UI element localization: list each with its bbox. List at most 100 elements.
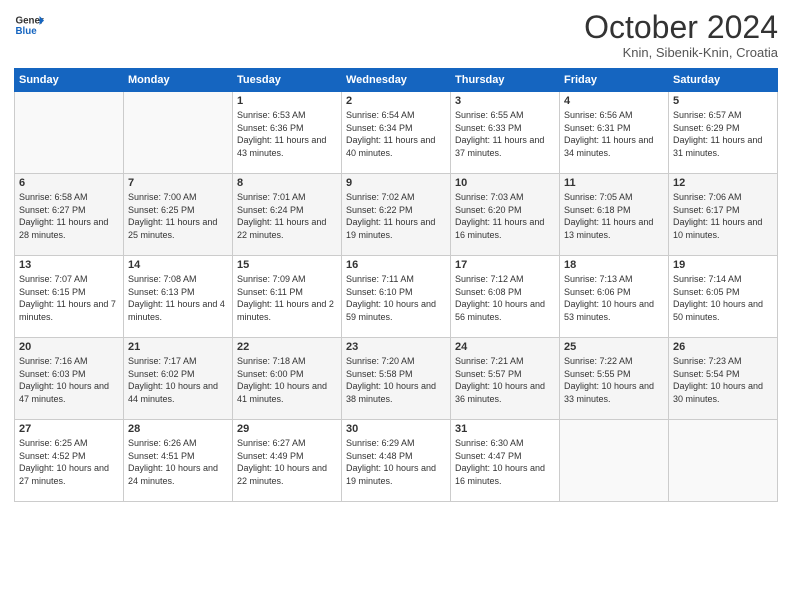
day-info: Sunrise: 7:17 AMSunset: 6:02 PMDaylight:… — [128, 355, 228, 405]
col-wednesday: Wednesday — [342, 69, 451, 92]
table-row: 27 Sunrise: 6:25 AMSunset: 4:52 PMDaylig… — [15, 420, 124, 502]
day-number: 27 — [19, 423, 119, 435]
day-number: 16 — [346, 259, 446, 271]
day-number: 7 — [128, 177, 228, 189]
table-row: 22 Sunrise: 7:18 AMSunset: 6:00 PMDaylig… — [233, 338, 342, 420]
day-info: Sunrise: 6:27 AMSunset: 4:49 PMDaylight:… — [237, 437, 337, 487]
day-info: Sunrise: 6:26 AMSunset: 4:51 PMDaylight:… — [128, 437, 228, 487]
day-info: Sunrise: 6:53 AMSunset: 6:36 PMDaylight:… — [237, 109, 337, 159]
table-row: 29 Sunrise: 6:27 AMSunset: 4:49 PMDaylig… — [233, 420, 342, 502]
day-number: 18 — [564, 259, 664, 271]
day-info: Sunrise: 7:20 AMSunset: 5:58 PMDaylight:… — [346, 355, 446, 405]
table-row: 24 Sunrise: 7:21 AMSunset: 5:57 PMDaylig… — [451, 338, 560, 420]
logo-icon: General Blue — [14, 10, 44, 40]
table-row: 18 Sunrise: 7:13 AMSunset: 6:06 PMDaylig… — [560, 256, 669, 338]
table-row: 8 Sunrise: 7:01 AMSunset: 6:24 PMDayligh… — [233, 174, 342, 256]
table-row — [15, 92, 124, 174]
day-number: 19 — [673, 259, 773, 271]
day-info: Sunrise: 7:06 AMSunset: 6:17 PMDaylight:… — [673, 191, 773, 241]
table-row: 31 Sunrise: 6:30 AMSunset: 4:47 PMDaylig… — [451, 420, 560, 502]
day-number: 30 — [346, 423, 446, 435]
day-info: Sunrise: 6:25 AMSunset: 4:52 PMDaylight:… — [19, 437, 119, 487]
table-row: 17 Sunrise: 7:12 AMSunset: 6:08 PMDaylig… — [451, 256, 560, 338]
logo: General Blue — [14, 10, 44, 40]
day-info: Sunrise: 7:02 AMSunset: 6:22 PMDaylight:… — [346, 191, 446, 241]
calendar-week-row: 27 Sunrise: 6:25 AMSunset: 4:52 PMDaylig… — [15, 420, 778, 502]
day-number: 24 — [455, 341, 555, 353]
col-monday: Monday — [124, 69, 233, 92]
day-number: 23 — [346, 341, 446, 353]
day-number: 1 — [237, 95, 337, 107]
day-number: 20 — [19, 341, 119, 353]
day-number: 31 — [455, 423, 555, 435]
day-number: 14 — [128, 259, 228, 271]
table-row: 21 Sunrise: 7:17 AMSunset: 6:02 PMDaylig… — [124, 338, 233, 420]
day-number: 12 — [673, 177, 773, 189]
day-info: Sunrise: 7:03 AMSunset: 6:20 PMDaylight:… — [455, 191, 555, 241]
day-info: Sunrise: 7:18 AMSunset: 6:00 PMDaylight:… — [237, 355, 337, 405]
day-number: 17 — [455, 259, 555, 271]
col-tuesday: Tuesday — [233, 69, 342, 92]
day-number: 22 — [237, 341, 337, 353]
day-info: Sunrise: 7:13 AMSunset: 6:06 PMDaylight:… — [564, 273, 664, 323]
day-number: 6 — [19, 177, 119, 189]
day-info: Sunrise: 6:58 AMSunset: 6:27 PMDaylight:… — [19, 191, 119, 241]
day-number: 25 — [564, 341, 664, 353]
day-number: 26 — [673, 341, 773, 353]
table-row: 28 Sunrise: 6:26 AMSunset: 4:51 PMDaylig… — [124, 420, 233, 502]
day-number: 4 — [564, 95, 664, 107]
day-number: 28 — [128, 423, 228, 435]
day-number: 10 — [455, 177, 555, 189]
table-row: 13 Sunrise: 7:07 AMSunset: 6:15 PMDaylig… — [15, 256, 124, 338]
day-info: Sunrise: 7:16 AMSunset: 6:03 PMDaylight:… — [19, 355, 119, 405]
table-row: 19 Sunrise: 7:14 AMSunset: 6:05 PMDaylig… — [669, 256, 778, 338]
table-row: 10 Sunrise: 7:03 AMSunset: 6:20 PMDaylig… — [451, 174, 560, 256]
day-info: Sunrise: 7:22 AMSunset: 5:55 PMDaylight:… — [564, 355, 664, 405]
col-saturday: Saturday — [669, 69, 778, 92]
day-info: Sunrise: 7:00 AMSunset: 6:25 PMDaylight:… — [128, 191, 228, 241]
table-row: 1 Sunrise: 6:53 AMSunset: 6:36 PMDayligh… — [233, 92, 342, 174]
table-row: 16 Sunrise: 7:11 AMSunset: 6:10 PMDaylig… — [342, 256, 451, 338]
day-number: 21 — [128, 341, 228, 353]
col-thursday: Thursday — [451, 69, 560, 92]
table-row: 11 Sunrise: 7:05 AMSunset: 6:18 PMDaylig… — [560, 174, 669, 256]
table-row: 26 Sunrise: 7:23 AMSunset: 5:54 PMDaylig… — [669, 338, 778, 420]
title-area: October 2024 Knin, Sibenik-Knin, Croatia — [584, 10, 778, 60]
location-subtitle: Knin, Sibenik-Knin, Croatia — [584, 45, 778, 60]
month-title: October 2024 — [584, 10, 778, 45]
day-number: 13 — [19, 259, 119, 271]
day-number: 11 — [564, 177, 664, 189]
day-number: 15 — [237, 259, 337, 271]
table-row — [669, 420, 778, 502]
table-row: 12 Sunrise: 7:06 AMSunset: 6:17 PMDaylig… — [669, 174, 778, 256]
day-info: Sunrise: 7:09 AMSunset: 6:11 PMDaylight:… — [237, 273, 337, 323]
calendar-week-row: 6 Sunrise: 6:58 AMSunset: 6:27 PMDayligh… — [15, 174, 778, 256]
day-info: Sunrise: 7:08 AMSunset: 6:13 PMDaylight:… — [128, 273, 228, 323]
day-number: 9 — [346, 177, 446, 189]
table-row: 4 Sunrise: 6:56 AMSunset: 6:31 PMDayligh… — [560, 92, 669, 174]
calendar-header-row: Sunday Monday Tuesday Wednesday Thursday… — [15, 69, 778, 92]
table-row — [560, 420, 669, 502]
table-row: 7 Sunrise: 7:00 AMSunset: 6:25 PMDayligh… — [124, 174, 233, 256]
day-info: Sunrise: 7:23 AMSunset: 5:54 PMDaylight:… — [673, 355, 773, 405]
page-header: General Blue October 2024 Knin, Sibenik-… — [14, 10, 778, 60]
day-info: Sunrise: 7:07 AMSunset: 6:15 PMDaylight:… — [19, 273, 119, 323]
day-info: Sunrise: 6:57 AMSunset: 6:29 PMDaylight:… — [673, 109, 773, 159]
table-row: 14 Sunrise: 7:08 AMSunset: 6:13 PMDaylig… — [124, 256, 233, 338]
day-info: Sunrise: 7:01 AMSunset: 6:24 PMDaylight:… — [237, 191, 337, 241]
table-row: 2 Sunrise: 6:54 AMSunset: 6:34 PMDayligh… — [342, 92, 451, 174]
col-sunday: Sunday — [15, 69, 124, 92]
day-info: Sunrise: 6:55 AMSunset: 6:33 PMDaylight:… — [455, 109, 555, 159]
calendar-week-row: 13 Sunrise: 7:07 AMSunset: 6:15 PMDaylig… — [15, 256, 778, 338]
day-info: Sunrise: 6:56 AMSunset: 6:31 PMDaylight:… — [564, 109, 664, 159]
table-row: 20 Sunrise: 7:16 AMSunset: 6:03 PMDaylig… — [15, 338, 124, 420]
day-info: Sunrise: 7:05 AMSunset: 6:18 PMDaylight:… — [564, 191, 664, 241]
table-row — [124, 92, 233, 174]
day-number: 2 — [346, 95, 446, 107]
table-row: 23 Sunrise: 7:20 AMSunset: 5:58 PMDaylig… — [342, 338, 451, 420]
day-info: Sunrise: 6:29 AMSunset: 4:48 PMDaylight:… — [346, 437, 446, 487]
calendar-week-row: 20 Sunrise: 7:16 AMSunset: 6:03 PMDaylig… — [15, 338, 778, 420]
table-row: 15 Sunrise: 7:09 AMSunset: 6:11 PMDaylig… — [233, 256, 342, 338]
svg-text:Blue: Blue — [16, 26, 38, 37]
day-info: Sunrise: 7:14 AMSunset: 6:05 PMDaylight:… — [673, 273, 773, 323]
